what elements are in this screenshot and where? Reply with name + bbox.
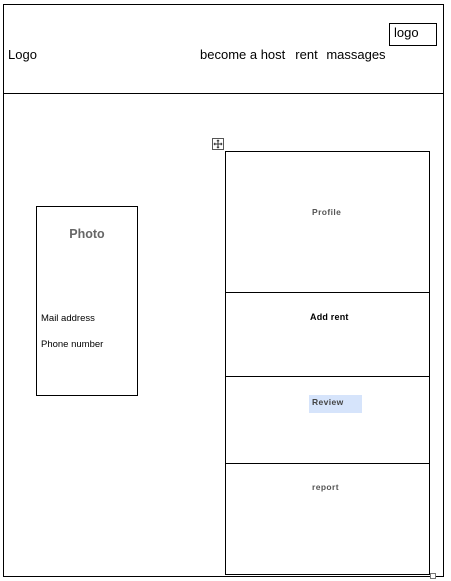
menu-cell-report[interactable]: report: [226, 464, 429, 574]
photo-placeholder: Photo: [69, 227, 105, 241]
phone-number-label: Phone number: [41, 339, 104, 350]
mail-address-label: Mail address: [41, 313, 95, 324]
nav-rent-link[interactable]: rent: [295, 47, 317, 62]
logo-label[interactable]: Logo: [8, 47, 37, 62]
menu-cell-profile[interactable]: Profile: [226, 152, 429, 293]
menu-label-review: Review: [309, 395, 362, 413]
menu-cell-review[interactable]: Review: [226, 377, 429, 464]
menu-cell-add-rent[interactable]: Add rent: [226, 293, 429, 377]
header-divider: [3, 93, 444, 94]
logo-box[interactable]: logo: [389, 23, 437, 46]
nav-become-host-link[interactable]: become a host: [200, 47, 285, 62]
move-handle-icon[interactable]: [212, 138, 224, 150]
menu-table: Profile Add rent Review report: [225, 151, 430, 575]
menu-label-add-rent: Add rent: [310, 312, 349, 322]
profile-card: Photo Mail address Phone number: [36, 206, 138, 396]
top-nav: become a host rent massages: [200, 47, 386, 62]
menu-label-profile: Profile: [312, 207, 342, 217]
resize-handle[interactable]: [430, 573, 436, 579]
nav-massages-link[interactable]: massages: [326, 47, 385, 62]
menu-label-report: report: [312, 482, 339, 492]
